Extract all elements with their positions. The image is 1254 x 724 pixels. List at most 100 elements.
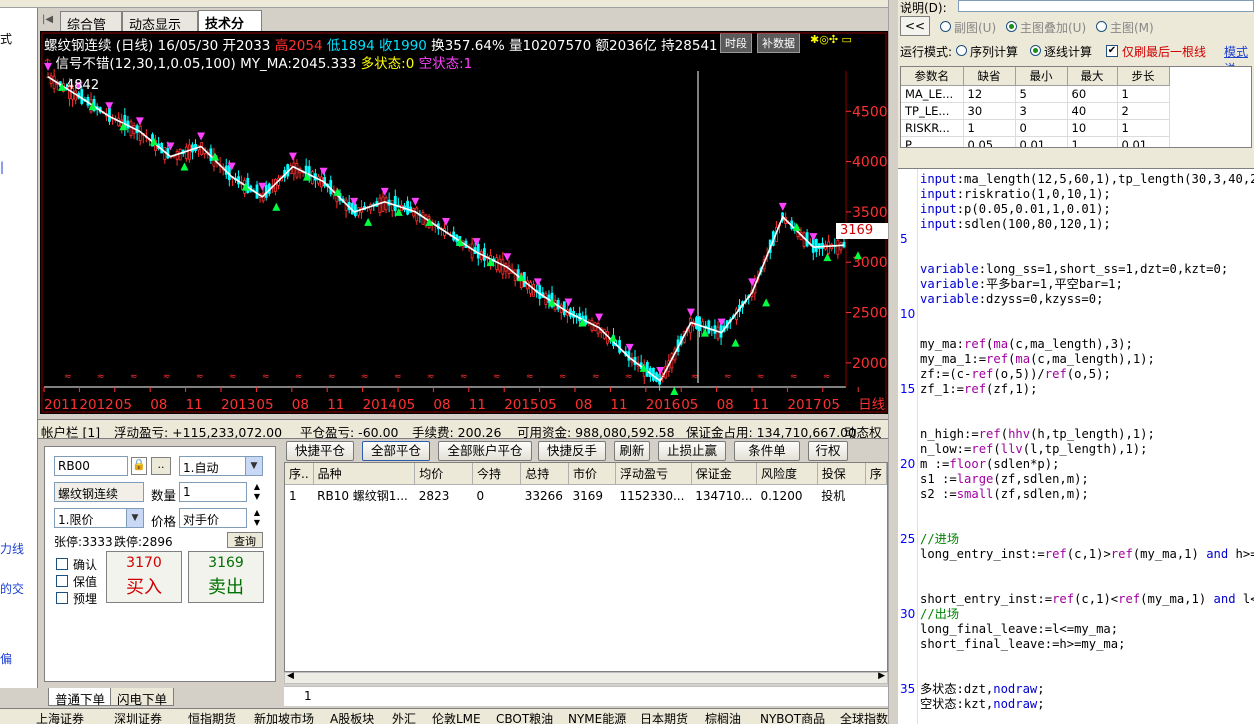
cell[interactable]: 0.05 [963,136,1016,147]
market-item[interactable]: 恒指期货 [188,710,236,724]
panel-splitter[interactable] [888,0,898,724]
column-header[interactable]: 今持 [472,463,522,485]
market-item[interactable]: A股板块 [330,710,374,724]
cell[interactable]: TP_LE... [901,102,964,120]
contract-code-input[interactable]: RB00 [54,456,128,476]
market-item[interactable]: 新加坡市场 [254,710,314,724]
price-stepper[interactable]: ▲ ▼ [251,508,263,528]
exercise-button[interactable]: 行权 [808,441,848,461]
code-editor[interactable]: 5 10 15 20 25 30 35 input:ma_length(12,5… [898,168,1254,724]
preset-checkbox[interactable] [56,592,68,604]
cell[interactable]: 12 [963,85,1016,103]
params-row[interactable]: TP_LE... 30 3 40 2 [901,102,1170,120]
params-row[interactable]: P 0.05 0.01 1 0.01 [901,136,1170,147]
market-item[interactable]: 全球指数 [840,710,888,724]
qty-input[interactable]: 1 [179,482,247,502]
tab-overview[interactable]: 综合管理 [60,11,122,52]
desc-input[interactable] [958,0,1254,12]
close-all-button[interactable]: 全部平仓 [362,441,430,461]
column-header[interactable]: 步长 [1117,67,1170,86]
cell[interactable]: 3 [1015,102,1068,120]
cell[interactable]: 5 [1015,85,1068,103]
cell[interactable]: 30 [963,102,1016,120]
cell[interactable]: 0.01 [1015,136,1068,147]
kline-chart[interactable]: 螺纹钢连续 (日线) 16/05/30 开2033 高2054 低1894 收1… [40,31,888,414]
collapse-button[interactable]: << [900,16,930,36]
scroll-right-icon[interactable]: ▶ [878,671,885,681]
column-header[interactable]: 风险度 [756,463,818,485]
cell[interactable]: MA_LE... [901,85,964,103]
column-header[interactable]: 序.. [285,463,314,485]
series-calc-radio[interactable] [956,45,967,56]
market-item[interactable]: 外汇 [392,710,416,724]
page-number[interactable]: 1 [304,689,312,703]
market-item[interactable]: 深圳证券 [114,710,162,724]
tab-technical-analysis[interactable]: 技术分析 [198,10,262,51]
qty-stepper[interactable]: ▲ ▼ [251,482,263,502]
price-type-select[interactable]: 1.限价 ▼ [54,508,144,528]
market-item[interactable]: NYME能源 [568,710,626,724]
sidebar-label[interactable]: | [0,160,4,174]
tab-scroll-icon[interactable]: |◀ [42,14,53,25]
close-all-accounts-button[interactable]: 全部账户平仓 [438,441,532,461]
column-header[interactable]: 总持 [520,463,570,485]
column-header[interactable]: 最小 [1015,67,1068,86]
price-input[interactable]: 对手价 [179,508,247,528]
cell[interactable]: 60 [1067,85,1118,103]
market-item[interactable]: NYBOT商品 [760,710,825,724]
refresh-button[interactable]: 刷新 [614,441,650,461]
hedge-checkbox[interactable] [56,575,68,587]
sidebar-label[interactable]: 偏 [0,650,12,667]
column-header[interactable]: 浮动盈亏 [615,463,692,485]
query-button[interactable]: 查询 [227,532,263,548]
tab-dynamic-board[interactable]: 动态显示牌 [122,11,198,52]
scroll-left-icon[interactable]: ◀ [287,671,294,681]
params-row[interactable]: MA_LE... 12 5 60 1 [901,85,1170,103]
cell[interactable]: 1 [1117,119,1170,137]
horizontal-scrollbar[interactable]: ◀ ▶ [284,671,888,684]
column-header[interactable]: 参数名 [901,67,964,86]
column-header[interactable]: 均价 [414,463,474,485]
params-row[interactable]: RISKR... 1 0 10 1 [901,119,1170,137]
browse-button[interactable]: .. [151,457,171,475]
conditional-order-button[interactable]: 条件单 [734,441,800,461]
cell[interactable]: 1 [963,119,1016,137]
sidebar-label[interactable]: 的交 [0,580,24,597]
bar-calc-radio[interactable] [1030,45,1041,56]
last-bar-checkbox[interactable]: ✔ [1106,45,1118,57]
order-mode-select[interactable]: 1.自动 ▼ [179,456,263,476]
market-item[interactable]: 日本期货 [640,710,688,724]
quick-reverse-button[interactable]: 快捷反手 [538,441,606,461]
column-header[interactable]: 保证金 [691,463,757,485]
column-header[interactable]: 品种 [313,463,416,485]
cell[interactable]: RISKR... [901,119,964,137]
cell[interactable]: 2 [1117,102,1170,120]
cell[interactable]: 40 [1067,102,1118,120]
table-row[interactable]: 1 RB10 螺纹钢1... 2823 0 33266 3169 1152330… [285,485,887,507]
subchart-radio[interactable] [940,21,951,32]
tab-normal-order[interactable]: 普通下单 [48,688,113,707]
cell[interactable]: P [901,136,964,147]
column-header[interactable]: 最大 [1067,67,1118,86]
cell[interactable]: 0.01 [1117,136,1170,147]
sell-button[interactable]: 3169 卖出 [188,551,264,603]
main-chart-radio[interactable] [1096,21,1107,32]
buy-button[interactable]: 3170 买入 [106,551,182,603]
stop-loss-button[interactable]: 止损止赢 [658,441,726,461]
tab-flash-order[interactable]: 闪电下单 [110,688,175,707]
cell[interactable]: 1 [1067,136,1118,147]
column-header[interactable]: 投保 [817,463,866,485]
main-overlay-radio[interactable] [1006,21,1017,32]
market-item[interactable]: CBOT粮油 [496,710,553,724]
column-header[interactable]: 序 [865,463,887,485]
cell[interactable]: 10 [1067,119,1118,137]
market-item[interactable]: 上海证券 [36,710,84,724]
lock-icon[interactable]: 🔒 [131,457,147,475]
sidebar-label[interactable]: 力线 [0,540,24,557]
quick-close-button[interactable]: 快捷平仓 [286,441,354,461]
column-header[interactable]: 市价 [568,463,617,485]
confirm-checkbox[interactable] [56,558,68,570]
market-item[interactable]: 伦敦LME [432,710,481,724]
market-item[interactable]: 棕榈油 [705,710,741,724]
column-header[interactable]: 缺省 [963,67,1016,86]
